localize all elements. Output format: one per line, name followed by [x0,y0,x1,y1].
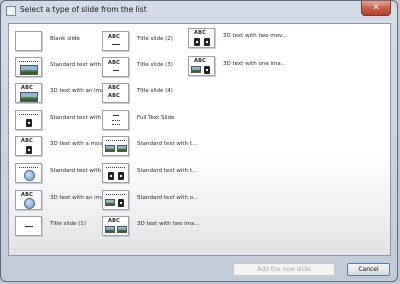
slide-label: 3D text with a movie [50,141,108,147]
slide-label: 3D text with two mov... [223,33,288,39]
title-slide-2-icon: ABC [102,31,129,51]
3d-text-two-images-icon: ABC [102,216,129,236]
slide-label: Title slide (2) [137,36,173,42]
full-text-slide-icon [102,110,129,130]
slide-label: Full Text Slide [137,115,175,121]
slide-label: Title slide (3) [137,62,173,68]
slide-label: Standard text with t... [137,141,198,147]
add-new-slide-button[interactable]: Add the new slide [233,263,335,276]
standard-text-movie-icon [15,110,42,130]
slide-label: Title slide (4) [137,88,173,94]
standard-text-two-movies-icon [102,163,129,183]
standard-text-image-icon [15,57,42,77]
window-title: Select a type of slide from the list [20,5,147,14]
standard-text-round-image-icon [15,163,42,183]
slide-label: Standard text with o... [137,195,199,201]
blank-slide-icon [15,31,42,51]
title-slide-3-icon: ABC [102,57,129,77]
title-bar: Select a type of slide from the list ✕ [1,1,397,23]
title-slide-1-icon [15,216,42,236]
cancel-button[interactable]: Cancel [347,263,390,276]
slide-label: Blank slide [50,36,80,42]
title-slide-4-icon: ABC ABC [102,83,129,103]
slide-type-list: Blank slide Standard text with a... ABC … [8,23,391,256]
close-button[interactable]: ✕ [361,1,391,16]
3d-text-one-image-icon: ABC [188,56,215,76]
standard-text-two-images-icon [102,136,129,156]
3d-text-two-movies-icon: ABC [188,28,215,48]
slide-label: 3D text with one ima... [223,61,286,67]
app-icon [6,6,16,16]
standard-text-image-movie-icon [102,190,129,210]
dialog-window: Select a type of slide from the list ✕ B… [0,0,398,282]
slide-label: 3D text with two ima... [137,221,200,227]
3d-text-image-icon: ABC [15,83,42,103]
slide-label: Title slide (1) [50,221,86,227]
dialog-footer [1,257,397,283]
slide-label: Standard text with t... [137,168,198,174]
3d-text-movie-icon: ABC [15,136,42,156]
3d-text-round-image-icon: ABC [15,190,42,210]
